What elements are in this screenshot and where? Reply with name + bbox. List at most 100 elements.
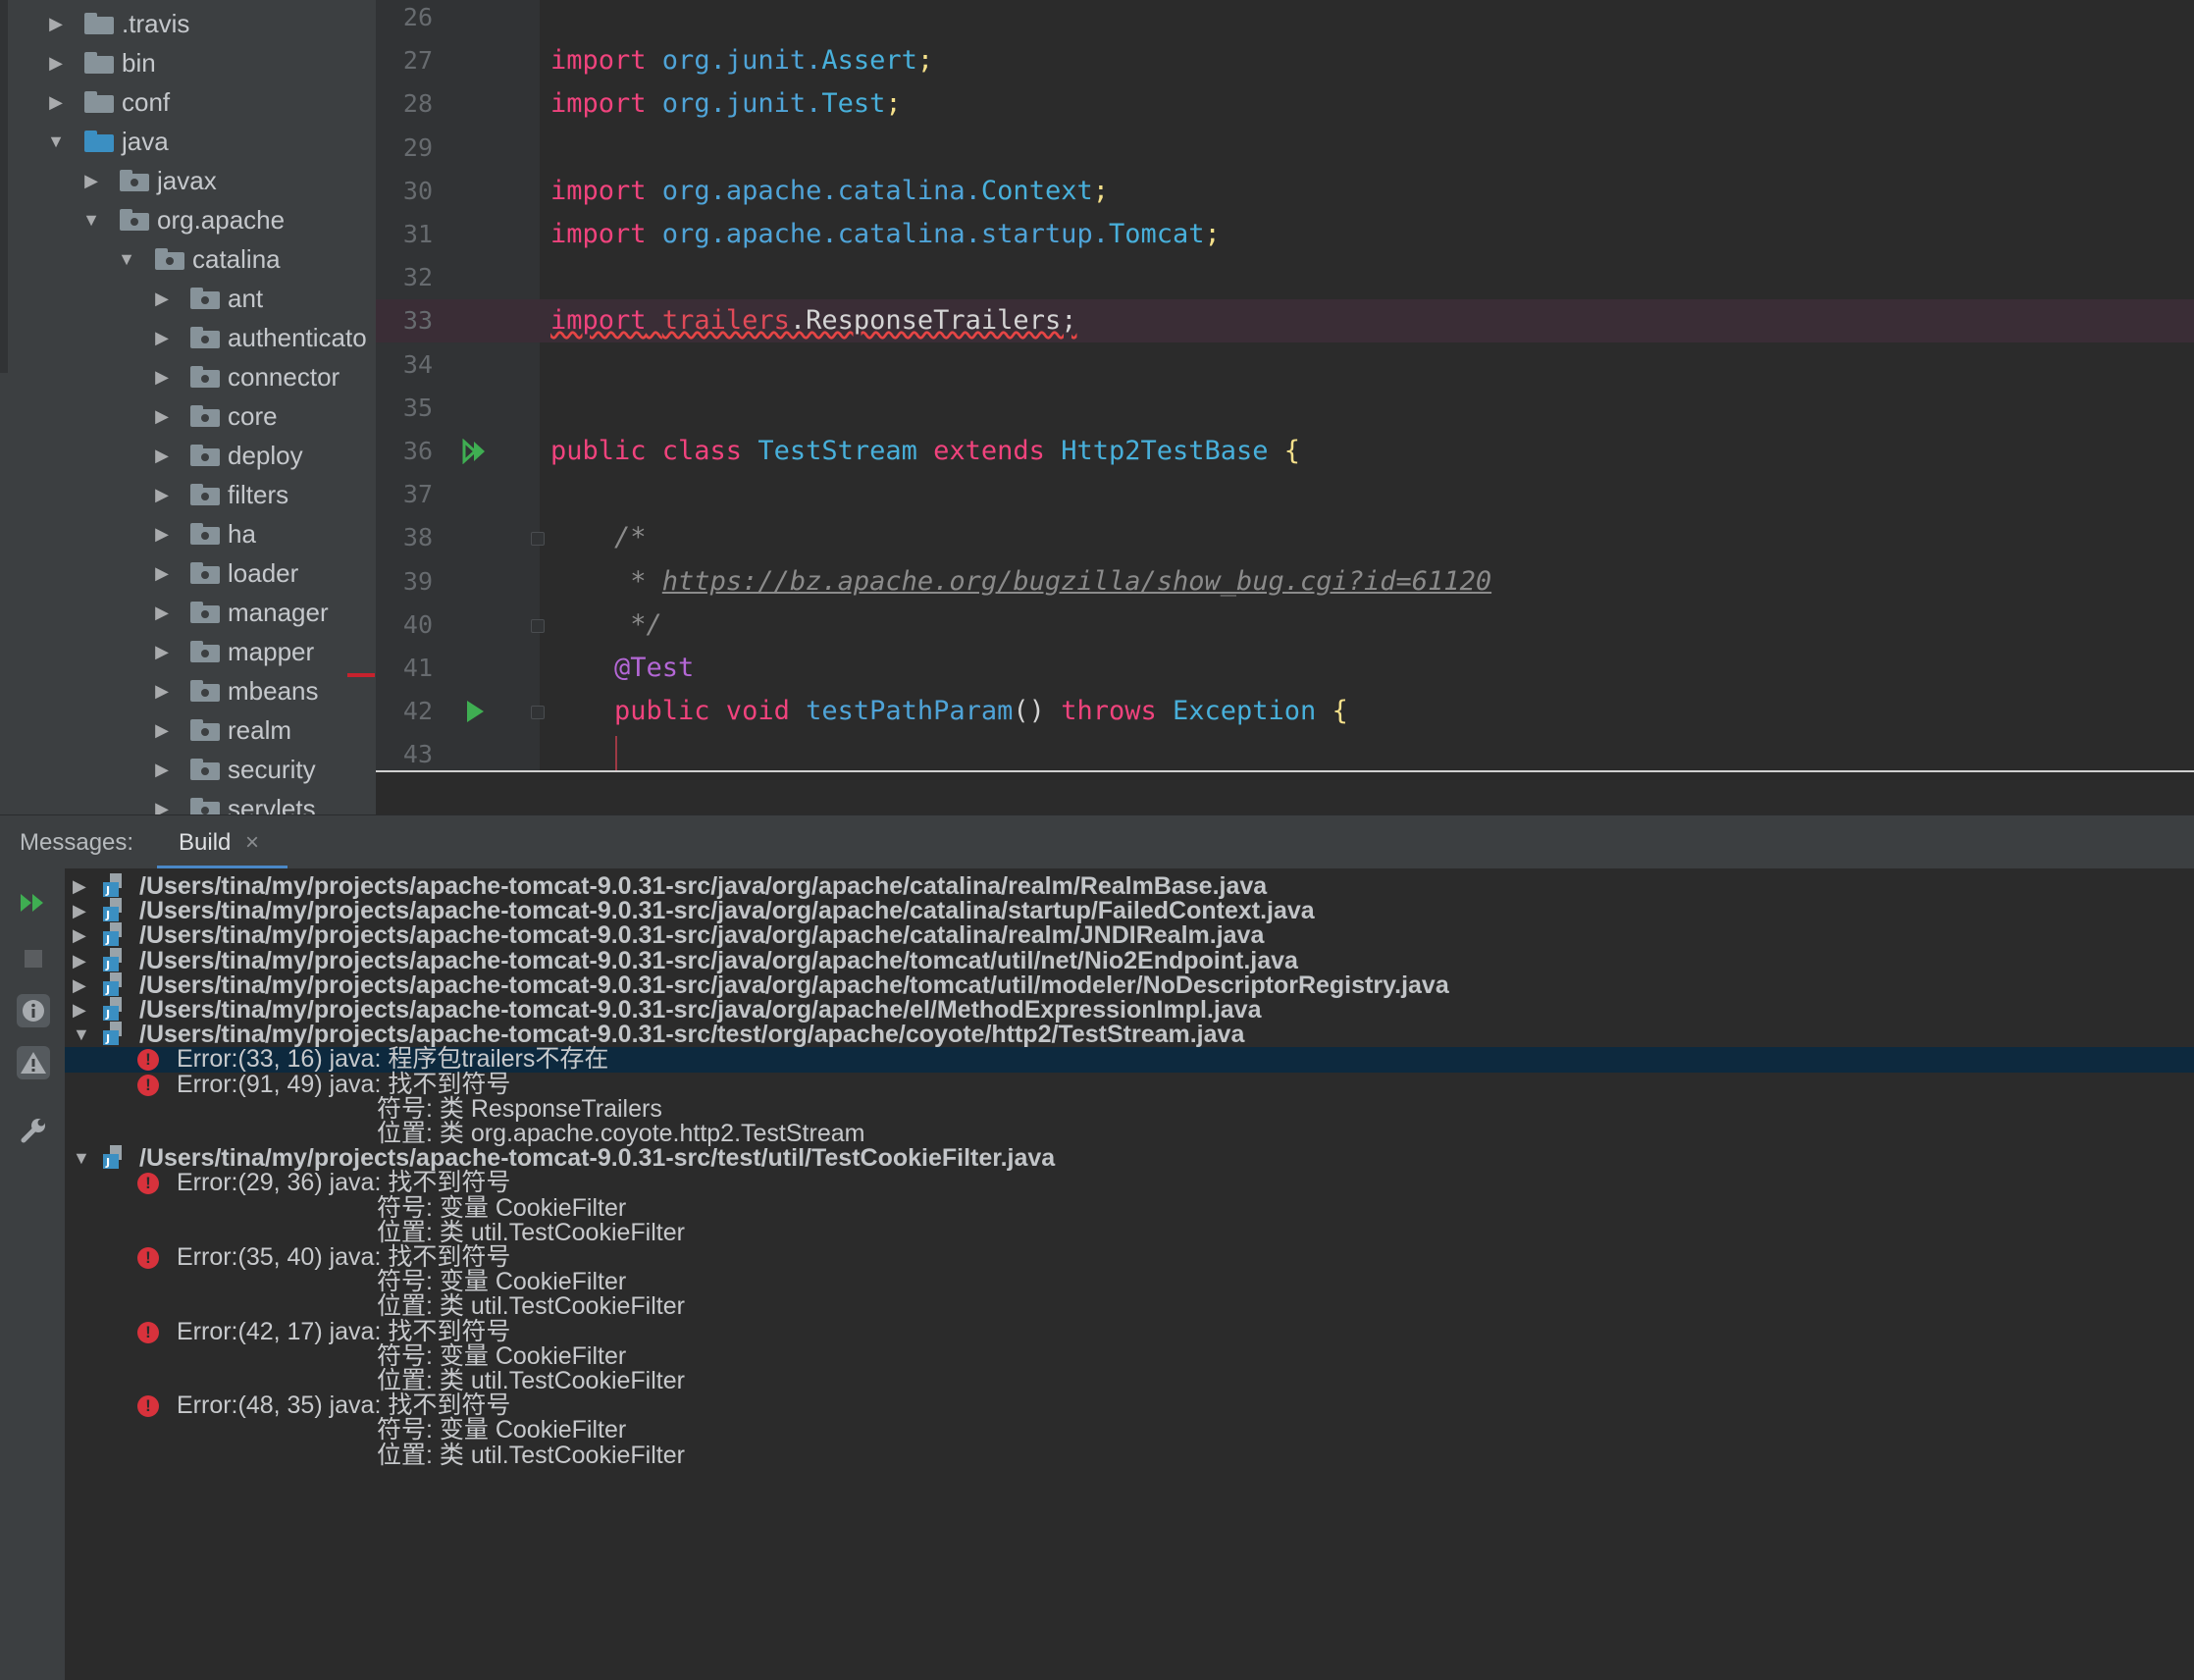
message-detail-row[interactable]: 符号: 变量 CookieFilter — [65, 1343, 2194, 1369]
message-error-row[interactable]: ! Error:(29, 36) java: 找不到符号 — [65, 1171, 2194, 1195]
expand-right-icon[interactable]: ▶ — [153, 328, 171, 348]
code-line[interactable]: 39 * https://bz.apache.org/bugzilla/show… — [376, 560, 2194, 604]
tree-item-filters[interactable]: ▶ filters — [0, 475, 376, 514]
expand-right-icon[interactable]: ▶ — [82, 171, 100, 191]
code-line[interactable]: 40 */ — [376, 604, 2194, 647]
expand-right-icon[interactable]: ▶ — [153, 406, 171, 427]
tree-item-java[interactable]: ▼ java — [0, 122, 376, 161]
message-detail-row[interactable]: 位置: 类 org.apache.coyote.http2.TestStream — [65, 1121, 2194, 1146]
tree-item-manager[interactable]: ▶ manager — [0, 593, 376, 632]
message-detail-row[interactable]: 位置: 类 util.TestCookieFilter — [65, 1294, 2194, 1319]
message-error-row[interactable]: ! Error:(48, 35) java: 找不到符号 — [65, 1392, 2194, 1418]
expand-down-icon[interactable]: ▼ — [47, 131, 65, 152]
tree-item-security[interactable]: ▶ security — [0, 750, 376, 789]
code-line[interactable]: 33 import trailers.ResponseTrailers; — [376, 299, 2194, 343]
message-error-row[interactable]: ! Error:(33, 16) java: 程序包trailers不存在 — [65, 1047, 2194, 1073]
message-file-row[interactable]: ▼ J/Users/tina/my/projects/apache-tomcat-… — [65, 1145, 2194, 1171]
tree-item-conf[interactable]: ▶ conf — [0, 82, 376, 122]
code-line[interactable]: 32 — [376, 256, 2194, 299]
code-line[interactable]: 28 import org.junit.Test; — [376, 82, 2194, 126]
expand-right-icon[interactable]: ▶ — [153, 485, 171, 505]
expand-right-icon[interactable]: ▶ — [153, 760, 171, 780]
message-file-row[interactable]: ▶ J/Users/tina/my/projects/apache-tomcat-… — [65, 873, 2194, 899]
expand-right-icon[interactable]: ▶ — [153, 720, 171, 741]
code-line[interactable]: 43 — [376, 733, 2194, 770]
code-line[interactable]: 31 import org.apache.catalina.startup.Tom… — [376, 213, 2194, 256]
tree-item-realm[interactable]: ▶ realm — [0, 710, 376, 750]
rerun-icon[interactable] — [17, 886, 50, 919]
expand-down-icon[interactable]: ▼ — [73, 1146, 90, 1171]
expand-right-icon[interactable]: ▶ — [47, 92, 65, 113]
tab-build[interactable]: Build × — [157, 815, 287, 869]
tree-item-authenticato[interactable]: ▶ authenticato — [0, 318, 376, 357]
expand-right-icon[interactable]: ▶ — [153, 367, 171, 388]
message-detail-row[interactable]: 位置: 类 util.TestCookieFilter — [65, 1220, 2194, 1245]
expand-right-icon[interactable]: ▶ — [153, 681, 171, 702]
fold-icon[interactable] — [531, 532, 545, 547]
stop-icon[interactable] — [17, 942, 50, 975]
tree-item-mapper[interactable]: ▶ mapper — [0, 632, 376, 671]
tree-item-javax[interactable]: ▶ javax — [0, 161, 376, 200]
close-icon[interactable]: × — [245, 815, 259, 870]
code-line[interactable]: 38 /* — [376, 516, 2194, 559]
code-line[interactable]: 35 — [376, 387, 2194, 430]
message-detail-row[interactable]: 符号: 变量 CookieFilter — [65, 1269, 2194, 1294]
expand-right-icon[interactable]: ▶ — [47, 14, 65, 34]
tree-item-servlets[interactable]: ▶ servlets — [0, 789, 376, 814]
message-detail-row[interactable]: 位置: 类 util.TestCookieFilter — [65, 1368, 2194, 1393]
expand-right-icon[interactable]: ▶ — [153, 289, 171, 309]
code-line[interactable]: 27 import org.junit.Assert; — [376, 39, 2194, 82]
code-editor[interactable]: 26 27 import org.junit.Assert; 28 import org… — [376, 0, 2194, 770]
fold-icon[interactable] — [531, 706, 545, 720]
run-all-tests-icon[interactable] — [462, 438, 488, 465]
expand-right-icon[interactable]: ▶ — [73, 949, 90, 973]
expand-right-icon[interactable]: ▶ — [73, 899, 90, 923]
tree-item--travis[interactable]: ▶ .travis — [0, 4, 376, 43]
tree-item-deploy[interactable]: ▶ deploy — [0, 436, 376, 475]
code-line[interactable]: 29 — [376, 127, 2194, 170]
tree-item-mbeans[interactable]: ▶ mbeans — [0, 671, 376, 710]
expand-right-icon[interactable]: ▶ — [153, 524, 171, 545]
code-token[interactable]: https://bz.apache.org/bugzilla/show_bug.… — [662, 566, 1491, 597]
code-line[interactable]: 36 public class TestStream extends Http2T… — [376, 430, 2194, 473]
message-detail-row[interactable]: 位置: 类 util.TestCookieFilter — [65, 1443, 2194, 1468]
message-file-row[interactable]: ▶ J/Users/tina/my/projects/apache-tomcat-… — [65, 922, 2194, 948]
tree-item-bin[interactable]: ▶ bin — [0, 43, 376, 82]
expand-down-icon[interactable]: ▼ — [118, 249, 135, 270]
message-detail-row[interactable]: 符号: 变量 CookieFilter — [65, 1195, 2194, 1221]
tree-item-org-apache[interactable]: ▼ org.apache — [0, 200, 376, 239]
message-detail-row[interactable]: 符号: 类 ResponseTrailers — [65, 1096, 2194, 1122]
message-error-row[interactable]: ! Error:(42, 17) java: 找不到符号 — [65, 1319, 2194, 1344]
tree-item-catalina[interactable]: ▼ catalina — [0, 239, 376, 279]
settings-wrench-icon[interactable] — [17, 1114, 50, 1147]
tree-item-loader[interactable]: ▶ loader — [0, 553, 376, 593]
expand-right-icon[interactable]: ▶ — [153, 603, 171, 623]
tree-item-core[interactable]: ▶ core — [0, 396, 376, 436]
code-line[interactable]: 26 — [376, 0, 2194, 39]
message-error-row[interactable]: ! Error:(91, 49) java: 找不到符号 — [65, 1072, 2194, 1097]
expand-right-icon[interactable]: ▶ — [153, 446, 171, 466]
message-detail-row[interactable]: 符号: 变量 CookieFilter — [65, 1418, 2194, 1443]
expand-right-icon[interactable]: ▶ — [153, 642, 171, 662]
message-file-row[interactable]: ▶ J/Users/tina/my/projects/apache-tomcat-… — [65, 971, 2194, 998]
code-line[interactable]: 42 public void testPathParam() throws Ex… — [376, 690, 2194, 733]
expand-right-icon[interactable]: ▶ — [47, 53, 65, 74]
expand-right-icon[interactable]: ▶ — [153, 563, 171, 584]
code-line[interactable]: 34 — [376, 343, 2194, 387]
tree-item-ha[interactable]: ▶ ha — [0, 514, 376, 553]
message-file-row[interactable]: ▶ J/Users/tina/my/projects/apache-tomcat-… — [65, 997, 2194, 1023]
expand-right-icon[interactable]: ▶ — [73, 998, 90, 1023]
tree-item-ant[interactable]: ▶ ant — [0, 279, 376, 318]
message-file-row[interactable]: ▶ J/Users/tina/my/projects/apache-tomcat-… — [65, 898, 2194, 923]
expand-down-icon[interactable]: ▼ — [82, 210, 100, 231]
expand-right-icon[interactable]: ▶ — [153, 799, 171, 815]
fold-icon[interactable] — [531, 618, 545, 633]
expand-right-icon[interactable]: ▶ — [73, 973, 90, 998]
warning-filter-icon[interactable] — [17, 1046, 50, 1079]
expand-right-icon[interactable]: ▶ — [73, 874, 90, 899]
code-line[interactable]: 37 — [376, 473, 2194, 516]
expand-right-icon[interactable]: ▶ — [73, 923, 90, 948]
code-line[interactable]: 30 import org.apache.catalina.Context; — [376, 170, 2194, 213]
expand-down-icon[interactable]: ▼ — [73, 1023, 90, 1047]
code-line[interactable]: 41 @Test — [376, 647, 2194, 690]
